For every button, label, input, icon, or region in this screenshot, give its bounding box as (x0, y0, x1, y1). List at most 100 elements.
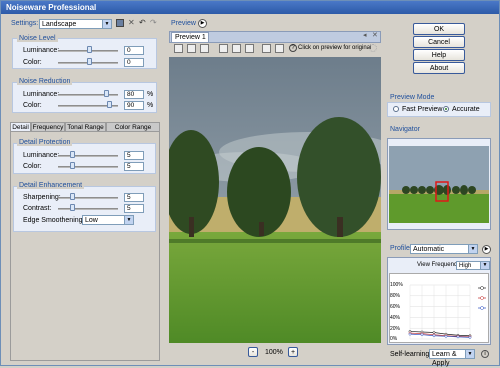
series-line (409, 333, 471, 338)
app-window: Noiseware Professional Settings: Landsca… (0, 0, 500, 367)
sharpening-slider[interactable] (58, 197, 118, 199)
undo-icon[interactable]: ↶ (139, 18, 146, 27)
series-marker-dot (480, 296, 484, 300)
tab-detail[interactable]: Detail (10, 122, 31, 131)
ok-button[interactable]: OK (413, 23, 465, 35)
noise-level-luminance-thumb[interactable] (87, 46, 92, 53)
series-marker-dot (480, 306, 484, 310)
profile-menu-icon[interactable]: ▶ (482, 245, 491, 254)
noise-level-title: Noise Level (17, 35, 58, 42)
contrast-slider[interactable] (58, 208, 118, 210)
noise-reduction-luminance-slider[interactable] (58, 94, 118, 96)
detail-protection-color-input[interactable]: 5 (124, 162, 144, 171)
tab-prev-icon[interactable]: ◂ (363, 31, 367, 39)
save-icon[interactable] (116, 19, 124, 27)
tab-frequency[interactable]: Frequency (31, 122, 65, 131)
detail-protection-color-thumb[interactable] (70, 162, 75, 169)
noise-level-luminance-input[interactable]: 0 (124, 46, 144, 55)
edge-smoothening-value: Low (85, 217, 98, 224)
split-horizontal-icon[interactable] (245, 44, 254, 53)
noise-reduction-luminance-input[interactable]: 80 (124, 90, 144, 99)
tab-close-icon[interactable]: ✕ (372, 31, 378, 39)
profile-select[interactable]: Automatic ▼ (410, 244, 478, 254)
hand-tool-icon[interactable] (174, 44, 183, 53)
settings-label: Settings: (11, 20, 39, 27)
compare-icon[interactable] (275, 44, 284, 53)
help-icon: ? (289, 44, 297, 52)
fast-preview-radio[interactable] (393, 106, 399, 112)
about-button[interactable]: About (413, 62, 465, 74)
tab-tonal-range[interactable]: Tonal Range (65, 122, 106, 131)
fast-preview-label: Fast Preview (402, 106, 443, 113)
split-vertical-icon[interactable] (232, 44, 241, 53)
select-tool-icon[interactable] (187, 44, 196, 53)
profile-value: Automatic (413, 246, 445, 253)
profile-chart-svg (408, 284, 486, 340)
chevron-down-icon: ▼ (468, 245, 477, 253)
detail-enhancement-title: Detail Enhancement (17, 182, 85, 189)
contrast-label: Contrast: (23, 205, 52, 212)
preview-label: Preview (171, 20, 196, 27)
noise-reduction-color-thumb[interactable] (107, 101, 112, 108)
contrast-thumb[interactable] (70, 204, 75, 211)
series-point (432, 331, 436, 334)
chevron-down-icon: ▼ (102, 20, 111, 28)
help-button[interactable]: Help (413, 49, 465, 61)
accurate-radio[interactable] (443, 106, 449, 112)
zoom-level: 100% (265, 349, 283, 356)
detail-protection-title: Detail Protection (17, 139, 73, 146)
detail-protection-luminance-input[interactable]: 5 (124, 151, 144, 160)
detail-protection-color-label: Color: (23, 163, 42, 170)
noise-level-color-input[interactable]: 0 (124, 58, 144, 67)
sharpening-label: Sharpening: (23, 194, 61, 201)
noise-reduction-luminance-pct: % (147, 91, 154, 98)
profile-chart: 100% 80% 60% 40% 20% 0% (389, 273, 489, 343)
navigator-thumbnail[interactable] (389, 146, 489, 223)
zoom-out-button[interactable]: - (248, 347, 258, 357)
view-frequency-select[interactable]: High ▼ (456, 261, 490, 270)
noise-level-color-thumb[interactable] (87, 58, 92, 65)
sharpening-thumb[interactable] (70, 193, 75, 200)
preview-menu-icon[interactable]: ▶ (198, 19, 207, 28)
chevron-down-icon: ▼ (124, 216, 133, 224)
series-point (444, 334, 448, 338)
landscape-photo (169, 57, 381, 343)
profile-label: Profile: (390, 245, 412, 252)
noise-reduction-luminance-thumb[interactable] (104, 90, 109, 97)
self-learning-select[interactable]: Learn & Apply ▼ (429, 349, 475, 367)
zoom-in-button[interactable]: + (288, 347, 298, 357)
accurate-label: Accurate (452, 106, 480, 113)
preview-tab[interactable]: Preview 1 (171, 32, 209, 42)
tab-color-range[interactable]: Color Range (106, 122, 160, 131)
crop-tool-icon[interactable] (200, 44, 209, 53)
view-frequency-value: High (459, 263, 472, 269)
edge-smoothening-label: Edge Smoothening: (23, 217, 85, 224)
noise-reduction-color-label: Color: (23, 102, 42, 109)
navigator-photo (389, 146, 489, 223)
noise-reduction-title: Noise Reduction (17, 78, 73, 85)
detail-protection-color-slider[interactable] (58, 166, 118, 168)
edge-smoothening-select[interactable]: Low ▼ (82, 215, 134, 225)
chevron-down-icon: ▼ (480, 262, 489, 269)
noise-reduction-color-input[interactable]: 90 (124, 101, 144, 110)
title-bar: Noiseware Professional (1, 1, 499, 14)
redo-icon[interactable]: ↷ (150, 18, 157, 27)
preview-mode-title: Preview Mode (390, 94, 435, 101)
noise-reduction-luminance-label: Luminance: (23, 91, 60, 98)
color-picker-icon[interactable] (262, 44, 271, 53)
chevron-down-icon: ▼ (465, 350, 474, 358)
self-learning-value: Learn & Apply (432, 351, 457, 367)
preview-image[interactable] (169, 57, 381, 343)
detail-protection-luminance-label: Luminance: (23, 152, 60, 159)
detail-protection-luminance-thumb[interactable] (70, 151, 75, 158)
contrast-input[interactable]: 5 (124, 204, 144, 213)
detail-protection-luminance-slider[interactable] (58, 155, 118, 157)
view-frequency-label: View Frequency: (417, 262, 462, 268)
single-view-icon[interactable] (219, 44, 228, 53)
cancel-button[interactable]: Cancel (413, 36, 465, 48)
delete-icon[interactable]: ✕ (128, 18, 135, 27)
info-icon[interactable]: i (481, 350, 489, 358)
series-point (432, 334, 436, 338)
settings-select[interactable]: Landscape ▼ (39, 19, 112, 29)
sharpening-input[interactable]: 5 (124, 193, 144, 202)
